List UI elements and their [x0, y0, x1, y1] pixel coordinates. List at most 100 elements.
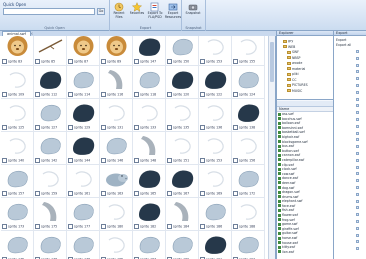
tree-folder[interactable]: pliki: [287, 72, 299, 76]
tree-folder[interactable]: MUSIC: [287, 89, 302, 93]
export-checkbox[interactable]: [356, 192, 359, 196]
thumbnail-item[interactable]: sprite 185: [100, 231, 133, 259]
export-checkbox[interactable]: [356, 63, 359, 67]
export-checkbox[interactable]: [356, 247, 359, 251]
thumbnail-item[interactable]: sprite 125: [1, 99, 34, 132]
export-checkbox[interactable]: [356, 138, 359, 142]
export-checkbox[interactable]: [356, 199, 359, 203]
export-checkbox[interactable]: [356, 90, 359, 94]
export-checkbox[interactable]: [356, 56, 359, 60]
thumbnail-item[interactable]: sprite 159: [34, 165, 67, 198]
export-checkbox[interactable]: [356, 179, 359, 183]
thumbnail-item[interactable]: sprite 153: [199, 36, 232, 66]
export-checkbox[interactable]: [356, 165, 359, 169]
thumbnail-item[interactable]: sprite 184: [166, 198, 199, 231]
thumbnail-item[interactable]: sprite 83: [1, 36, 34, 66]
thumbnail-item[interactable]: sprite 140: [1, 132, 34, 165]
tree-folder[interactable]: WEB: [283, 45, 295, 49]
export-checkbox[interactable]: [356, 226, 359, 230]
export-checkbox[interactable]: [356, 152, 359, 155]
thumbnail-item[interactable]: sprite 180: [100, 198, 133, 231]
thumbnail-item[interactable]: sprite 146: [100, 132, 133, 165]
export-checkbox[interactable]: [356, 70, 359, 74]
thumbnail-item[interactable]: sprite 129: [67, 99, 100, 132]
thumbnail-item[interactable]: sprite 122: [199, 66, 232, 99]
thumbnail-item[interactable]: sprite 173: [1, 198, 34, 231]
thumbnail-item[interactable]: sprite 167: [166, 165, 199, 198]
export-checkbox[interactable]: [356, 131, 359, 135]
export-checkbox[interactable]: [356, 158, 359, 162]
thumbnail-item[interactable]: sprite 142: [34, 132, 67, 165]
thumbnail-item[interactable]: sprite 186: [199, 198, 232, 231]
thumbnail-item[interactable]: sprite 188: [232, 198, 265, 231]
export-all-row[interactable]: Export all: [336, 43, 351, 47]
thumbnail-item[interactable]: sprite 124: [232, 66, 265, 99]
thumbnail-item[interactable]: sprite 133: [133, 99, 166, 132]
thumbnail-item[interactable]: sprite 156: [232, 132, 265, 165]
thumbnail-item[interactable]: sprite 136: [199, 99, 232, 132]
export-checkbox[interactable]: [356, 240, 359, 244]
thumbnail-item[interactable]: sprite 178: [67, 231, 100, 259]
thumbnail-item[interactable]: sprite 144: [67, 132, 100, 165]
export-row[interactable]: Export: [336, 38, 346, 42]
thumbnail-item[interactable]: sprite 155: [232, 36, 265, 66]
tree-folder[interactable]: CC: [287, 78, 296, 82]
thumbnail-item[interactable]: sprite 175: [34, 198, 67, 231]
thumbnail-item[interactable]: sprite 118: [133, 66, 166, 99]
thumbnail-item[interactable]: sprite 169: [199, 165, 232, 198]
export-checkbox[interactable]: [356, 124, 359, 128]
export-checkbox[interactable]: [356, 84, 359, 87]
thumbnail-item[interactable]: sprite 161: [67, 165, 100, 198]
export-checkbox[interactable]: [356, 50, 359, 53]
tree-folder[interactable]: material: [287, 67, 305, 71]
thumbnail-item[interactable]: sprite 120: [166, 66, 199, 99]
export-checkbox[interactable]: [356, 172, 359, 176]
thumbnail-item[interactable]: sprite 175: [1, 231, 34, 259]
thumbnail-item[interactable]: sprite 131: [100, 99, 133, 132]
thumbnail-item[interactable]: sprite 116: [100, 66, 133, 99]
export-checkbox[interactable]: [356, 186, 359, 189]
go-button[interactable]: Go: [97, 8, 105, 15]
thumbnail-item[interactable]: sprite 163: [100, 165, 133, 198]
export-checkbox[interactable]: [356, 220, 359, 223]
thumbnail-item[interactable]: sprite 151: [166, 132, 199, 165]
export-checkbox[interactable]: [356, 118, 359, 121]
thumbnail-item[interactable]: sprite 177: [67, 198, 100, 231]
tree-folder[interactable]: NBSP: [287, 56, 300, 60]
thumbnail-item[interactable]: sprite 193: [232, 231, 265, 259]
export-checkbox[interactable]: [356, 213, 359, 217]
thumbnail-item[interactable]: sprite 191: [199, 231, 232, 259]
tree-folder[interactable]: gry: [283, 39, 293, 43]
thumbnail-item[interactable]: sprite 182: [133, 198, 166, 231]
file-row[interactable]: lion.swf: [277, 250, 334, 255]
tree-folder[interactable]: SWF: [287, 50, 299, 54]
thumbnail-item[interactable]: sprite 135: [166, 99, 199, 132]
thumbnail-item[interactable]: sprite 172: [232, 165, 265, 198]
tree-folder[interactable]: PICTURES: [287, 83, 308, 87]
thumbnail-scrollbar[interactable]: [268, 36, 275, 259]
thumbnail-item[interactable]: sprite 157: [1, 165, 34, 198]
thumbnail-item[interactable]: sprite 176: [34, 231, 67, 259]
export-checkbox[interactable]: [356, 145, 359, 149]
export-checkbox[interactable]: [356, 97, 359, 101]
thumbnail-item[interactable]: sprite 165: [133, 165, 166, 198]
thumbnail-item[interactable]: sprite 150: [166, 36, 199, 66]
scrollbar-thumb[interactable]: [270, 42, 274, 82]
thumbnail-item[interactable]: sprite 109: [1, 66, 34, 99]
tree-folder[interactable]: wcode: [287, 61, 302, 65]
thumbnail-item[interactable]: sprite 87: [67, 36, 100, 66]
thumbnail-item[interactable]: sprite 138: [232, 99, 265, 132]
thumbnail-item[interactable]: sprite 114: [67, 66, 100, 99]
thumbnail-item[interactable]: sprite 148: [133, 132, 166, 165]
export-checkbox[interactable]: [356, 111, 359, 115]
thumbnail-item[interactable]: sprite 112: [34, 66, 67, 99]
export-checkbox[interactable]: [356, 206, 359, 210]
export-checkbox[interactable]: [356, 77, 359, 81]
thumbnail-item[interactable]: sprite 127: [34, 99, 67, 132]
thumbnail-item[interactable]: sprite 153: [199, 132, 232, 165]
thumbnail-item[interactable]: sprite 187: [133, 231, 166, 259]
quick-open-input[interactable]: [3, 8, 95, 15]
thumbnail-item[interactable]: sprite 189: [166, 231, 199, 259]
thumbnail-item[interactable]: sprite 147: [133, 36, 166, 66]
thumbnail-item[interactable]: sprite 89: [100, 36, 133, 66]
